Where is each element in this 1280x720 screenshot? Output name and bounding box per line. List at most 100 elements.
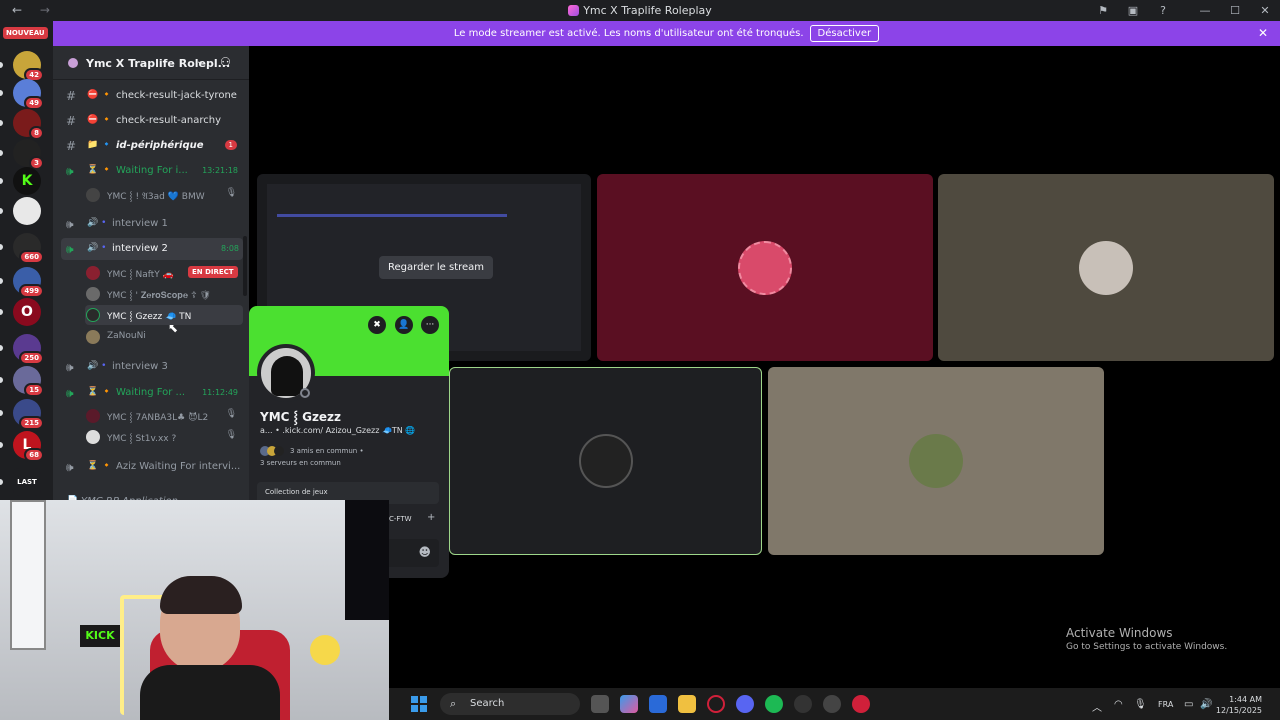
webcam-window	[10, 500, 46, 650]
server-icon[interactable]	[13, 197, 41, 225]
server-icon[interactable]: 3	[13, 139, 44, 170]
voice-channel-waiting-1[interactable]: 🕪 ⏳ 🔸 Waiting For i... 13:21:18	[53, 160, 249, 182]
channel-label: id-périphérique	[116, 140, 204, 151]
activate-windows-watermark: Activate Windows Go to Settings to activ…	[1066, 626, 1227, 652]
server-icon[interactable]: 250	[13, 334, 44, 365]
voice-user[interactable]: YMC ⸾ NaftY 🚗 EN DIRECT	[85, 263, 243, 283]
participant-tile[interactable]	[768, 367, 1104, 555]
channel-check-result-jack-tyrone[interactable]: # ⛔ 🔸 check-result-jack-tyrone	[53, 85, 249, 107]
server-header[interactable]: Ymc X Traplife Rolepl... ⌄ ⚇	[53, 46, 249, 80]
profile-name: YMC ⸾ Gzezz	[260, 410, 342, 424]
discord-icon[interactable]	[736, 695, 754, 713]
help-icon[interactable]: ?	[1148, 4, 1178, 17]
maximize-button[interactable]: ☐	[1220, 4, 1250, 17]
channel-id-peripherique[interactable]: # 📁 🔹 id-périphérique 1	[53, 135, 249, 157]
voice-user[interactable]: YMC ⸾ ! 𝔄3ad 💙 BMW 🎙	[85, 185, 243, 205]
disable-streamer-button[interactable]: Désactiver	[809, 25, 880, 42]
participant-tile[interactable]	[597, 174, 933, 361]
server-icon[interactable]: 8	[13, 109, 44, 140]
voice-user[interactable]: YMC ⸾ 7ANBA3L♣ 😈L2 🎙	[85, 406, 243, 426]
new-badge: NOUVEAU	[3, 27, 48, 39]
server-icon[interactable]: K	[13, 167, 41, 195]
channel-label: interview 1	[112, 218, 168, 229]
server-icon[interactable]: 215	[13, 399, 44, 430]
participant-tile[interactable]	[938, 174, 1274, 361]
add-friend-button[interactable]: 👤	[395, 316, 413, 334]
obs-icon[interactable]	[823, 695, 841, 713]
mic-icon[interactable]: 🎙	[1134, 699, 1147, 710]
server-name: Ymc X Traplife Rolepl...	[86, 57, 231, 70]
folder-icon: 📁 🔹	[87, 140, 113, 150]
server-icon[interactable]: 499	[13, 267, 44, 298]
channel-check-result-anarchy[interactable]: # ⛔ 🔸 check-result-anarchy	[53, 110, 249, 132]
spotify-icon[interactable]	[765, 695, 783, 713]
wifi-icon[interactable]: ◠	[1114, 699, 1123, 710]
mutual-servers[interactable]: 3 serveurs en commun	[260, 459, 341, 467]
windows-start-icon[interactable]	[411, 696, 427, 712]
server-icon[interactable]: 660	[13, 233, 44, 264]
opera-icon[interactable]	[707, 695, 725, 713]
voice-user-selected[interactable]: YMC ⸾ Gzezz 🧢 TN	[85, 305, 243, 325]
app-icon[interactable]	[794, 695, 812, 713]
participant-avatar	[578, 434, 633, 488]
task-view-icon[interactable]	[591, 695, 609, 713]
live-badge: EN DIRECT	[188, 266, 238, 278]
voice-channel-waiting-2[interactable]: 🕪 ⏳ 🔸 Waiting For ... 11:12:49	[53, 382, 249, 404]
avatar	[86, 430, 100, 444]
voice-channel-interview-3[interactable]: 🕪 🔊 • interview 3	[53, 356, 249, 378]
webcam-led-strip	[345, 500, 389, 620]
server-icon[interactable]: O	[13, 298, 41, 326]
hourglass-icon: ⏳ 🔸	[87, 461, 113, 471]
profile-action-button[interactable]: ✖	[368, 316, 386, 334]
taskbar-search[interactable]: ⌕ Search	[440, 693, 580, 715]
channel-prefix-icon: 🔊 •	[87, 218, 107, 228]
voice-active-icon: 🕪	[66, 386, 74, 400]
voice-channel-aziz-waiting[interactable]: 🕪 ⏳ 🔸 Aziz Waiting For intervi...	[53, 456, 249, 478]
avatar	[274, 446, 284, 456]
language-indicator[interactable]: FRA	[1158, 700, 1173, 709]
server-icon[interactable]: 42	[13, 51, 44, 82]
chevron-down-icon[interactable]: ⌄	[196, 56, 204, 67]
screen-share-icon[interactable]: ▣	[1118, 4, 1148, 17]
game-item-label[interactable]: C-FTW	[389, 515, 412, 523]
close-window-button[interactable]: ✕	[1250, 4, 1280, 17]
server-icon[interactable]: LAST	[13, 468, 41, 496]
store-icon[interactable]	[649, 695, 667, 713]
voice-user-name: YMC ⸾ ! 𝔄3ad 💙 BMW	[107, 192, 205, 202]
server-initial: LAST	[17, 478, 37, 486]
channel-label: interview 2	[112, 243, 168, 254]
mutual-friends[interactable]: 3 amis en commun •	[290, 447, 364, 455]
sidebar-scrollbar[interactable]	[243, 236, 247, 296]
volume-icon[interactable]: 🔊	[1200, 699, 1212, 710]
channel-label: interview 3	[112, 361, 168, 372]
close-banner-icon[interactable]: ✕	[1258, 26, 1268, 40]
server-icon[interactable]: L 68	[13, 431, 44, 462]
server-mention-badge: 8	[29, 126, 44, 140]
tray-chevron-icon[interactable]: ︿	[1092, 699, 1102, 714]
record-app-icon[interactable]	[852, 695, 870, 713]
file-explorer-icon[interactable]	[678, 695, 696, 713]
voice-timer: 13:21:18	[202, 166, 238, 175]
server-icon[interactable]: 15	[13, 366, 44, 397]
voice-channel-interview-2[interactable]: 🕪 🔊 • interview 2 8:08	[61, 238, 243, 260]
participant-tile-speaking[interactable]	[449, 367, 762, 555]
taskbar-clock[interactable]: 1:44 AM 12/15/2025	[1216, 694, 1262, 716]
inbox-icon[interactable]: ⚑	[1088, 4, 1118, 17]
clock-date: 12/15/2025	[1215, 706, 1262, 715]
server-icon[interactable]: 49	[13, 79, 44, 110]
system-tray: ︿ ◠ 🎙 FRA ▭ 🔊 1:44 AM 12/15/2025	[1092, 691, 1272, 717]
voice-user[interactable]: YMC ⸾ St1v.xx ? 🎙	[85, 427, 243, 447]
hashtag-icon: #	[66, 114, 77, 128]
add-game-icon[interactable]: +	[427, 512, 435, 523]
minimize-button[interactable]: —	[1190, 4, 1220, 17]
invite-people-icon[interactable]: ⚇	[220, 55, 231, 69]
search-icon: ⌕	[450, 697, 457, 710]
emoji-icon[interactable]: ☻	[418, 545, 431, 559]
voice-user[interactable]: ZaNouNi	[85, 327, 243, 347]
more-options-button[interactable]: ···	[421, 316, 439, 334]
watch-stream-button[interactable]: Regarder le stream	[379, 256, 494, 279]
voice-channel-interview-1[interactable]: 🕪 🔊 • interview 1	[53, 213, 249, 235]
copilot-icon[interactable]	[620, 695, 638, 713]
voice-user[interactable]: YMC ⸾ ' 𝐙𝐞𝐫𝐨𝐒𝐜𝐨𝐩𝐞 ☦ 🛡	[85, 284, 243, 304]
network-icon[interactable]: ▭	[1184, 699, 1193, 710]
